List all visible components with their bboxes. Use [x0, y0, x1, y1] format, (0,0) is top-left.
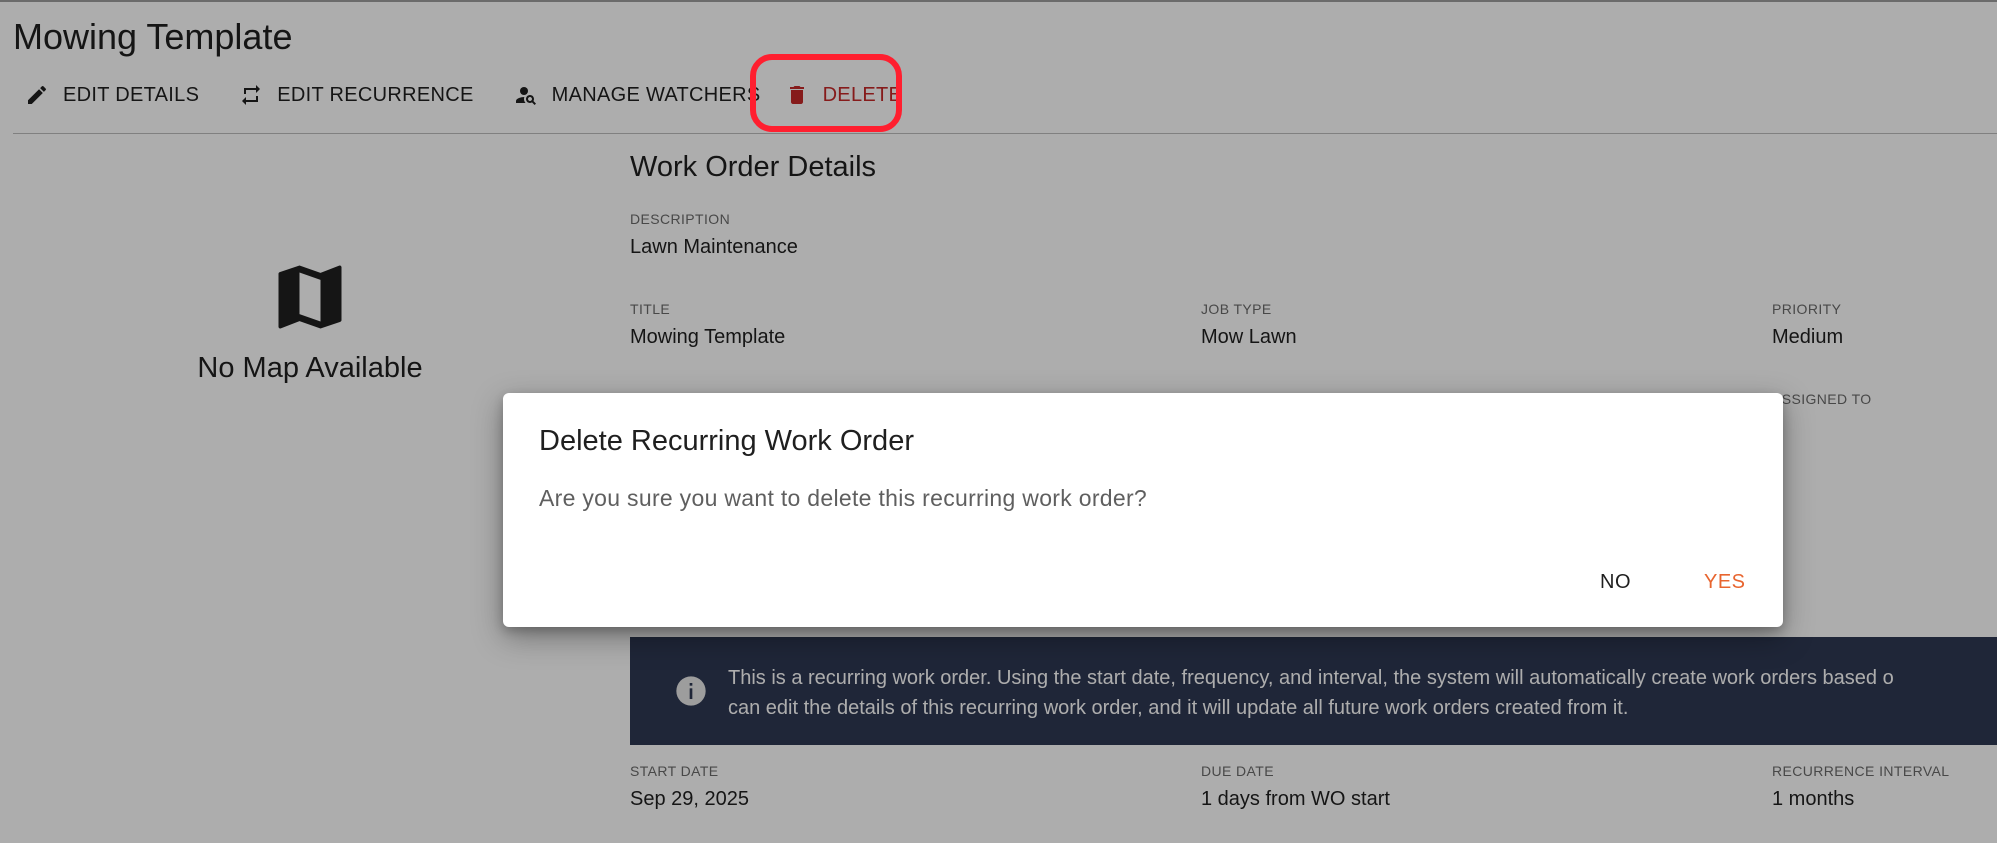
no-button[interactable]: NO: [1586, 563, 1645, 602]
yes-button[interactable]: YES: [1690, 563, 1760, 602]
dialog-title: Delete Recurring Work Order: [539, 425, 914, 457]
dialog-message: Are you sure you want to delete this rec…: [539, 485, 1148, 511]
delete-confirm-dialog: Delete Recurring Work Order Are you sure…: [503, 393, 1783, 627]
